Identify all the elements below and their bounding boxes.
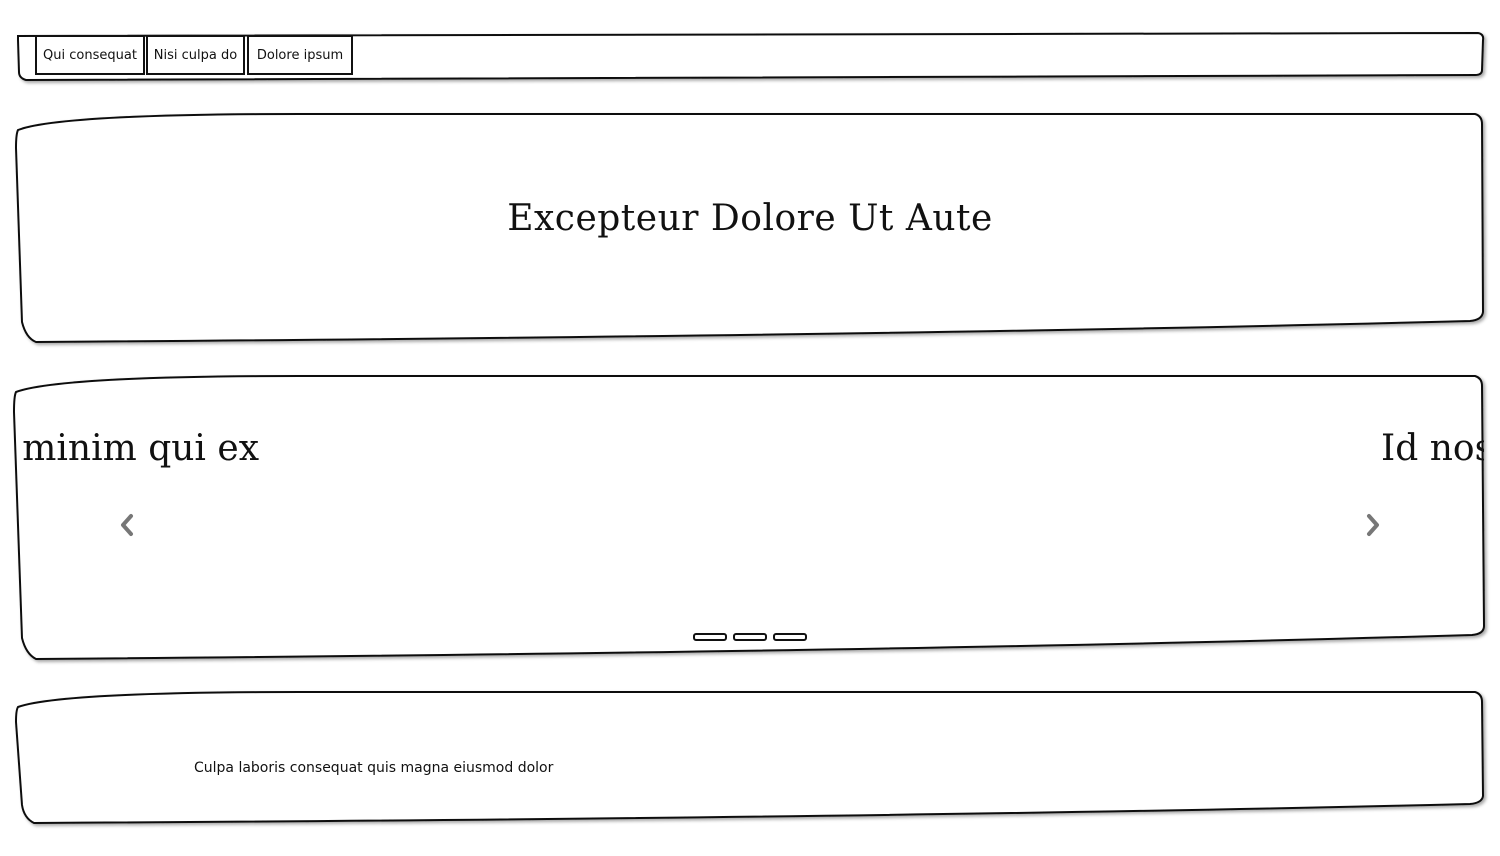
carousel-indicators [693, 633, 807, 641]
footer-text: Culpa laboris consequat quis magna eiusm… [194, 760, 554, 776]
carousel: a minim qui ex Id nos [16, 378, 1484, 656]
carousel-prev-slide-text: a minim qui ex [16, 428, 259, 469]
carousel-next-button[interactable] [1358, 500, 1388, 550]
carousel-indicator-2[interactable] [733, 633, 767, 641]
carousel-next-slide-text: Id nos [1381, 428, 1484, 469]
nav-item-dolore-ipsum[interactable]: Dolore ipsum [247, 35, 353, 75]
carousel-indicator-3[interactable] [773, 633, 807, 641]
chevron-right-icon [1367, 514, 1379, 536]
hero-title: Excepteur Dolore Ut Aute [507, 198, 993, 239]
nav-item-qui-consequat[interactable]: Qui consequat [35, 35, 145, 75]
carousel-prev-button[interactable] [112, 500, 142, 550]
nav-item-nisi-culpa-do[interactable]: Nisi culpa do [146, 35, 245, 75]
carousel-indicator-1[interactable] [693, 633, 727, 641]
chevron-left-icon [121, 514, 133, 536]
footer-frame [14, 691, 1485, 825]
